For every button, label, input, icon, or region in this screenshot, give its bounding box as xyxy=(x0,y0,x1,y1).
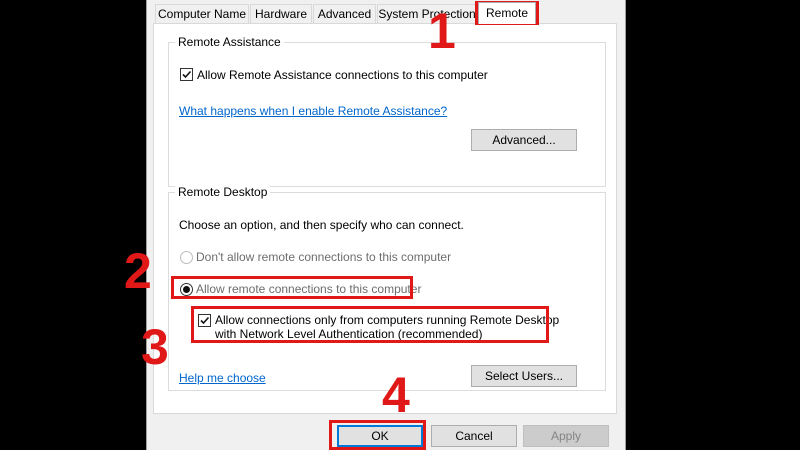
nla-label-line2[interactable]: with Network Level Authentication (recom… xyxy=(215,327,482,341)
step-number-4: 4 xyxy=(382,367,410,423)
remote-desktop-instruction: Choose an option, and then specify who c… xyxy=(179,218,464,232)
cancel-button[interactable]: Cancel xyxy=(431,425,517,447)
remote-desktop-title: Remote Desktop xyxy=(175,185,271,199)
advanced-button[interactable]: Advanced... xyxy=(471,129,577,151)
check-icon xyxy=(200,316,210,325)
tab-advanced[interactable]: Advanced xyxy=(313,4,376,23)
remote-assistance-help-link[interactable]: What happens when I enable Remote Assist… xyxy=(179,104,447,118)
allow-remote-label[interactable]: Allow remote connections to this compute… xyxy=(196,282,421,296)
remote-assistance-group: Remote Assistance Allow Remote Assistanc… xyxy=(168,35,606,187)
step-number-2: 2 xyxy=(124,243,152,299)
nla-checkbox[interactable] xyxy=(198,314,211,327)
disallow-remote-label[interactable]: Don't allow remote connections to this c… xyxy=(196,250,451,264)
tab-computer-name[interactable]: Computer Name xyxy=(155,4,249,23)
apply-button[interactable]: Apply xyxy=(523,425,609,447)
step-number-1: 1 xyxy=(428,3,456,59)
remote-tab-panel: Remote Assistance Allow Remote Assistanc… xyxy=(153,23,617,414)
help-me-choose-link[interactable]: Help me choose xyxy=(179,371,266,385)
tab-remote[interactable]: Remote xyxy=(478,2,536,24)
step-number-3: 3 xyxy=(141,319,169,375)
remote-desktop-group: Remote Desktop Choose an option, and the… xyxy=(168,185,606,391)
select-users-button[interactable]: Select Users... xyxy=(471,365,577,387)
tab-hardware[interactable]: Hardware xyxy=(250,4,312,23)
allow-remote-radio[interactable] xyxy=(180,283,193,296)
nla-label-line1[interactable]: Allow connections only from computers ru… xyxy=(215,313,559,327)
tab-system-protection[interactable]: System Protection xyxy=(377,4,477,23)
disallow-remote-radio[interactable] xyxy=(180,251,193,264)
allow-remote-assistance-label[interactable]: Allow Remote Assistance connections to t… xyxy=(197,68,488,82)
check-icon xyxy=(182,70,192,79)
remote-assistance-title: Remote Assistance xyxy=(175,35,284,49)
ok-button[interactable]: OK xyxy=(337,425,423,447)
allow-remote-assistance-checkbox[interactable] xyxy=(180,68,193,81)
radio-selected-dot xyxy=(183,286,190,293)
